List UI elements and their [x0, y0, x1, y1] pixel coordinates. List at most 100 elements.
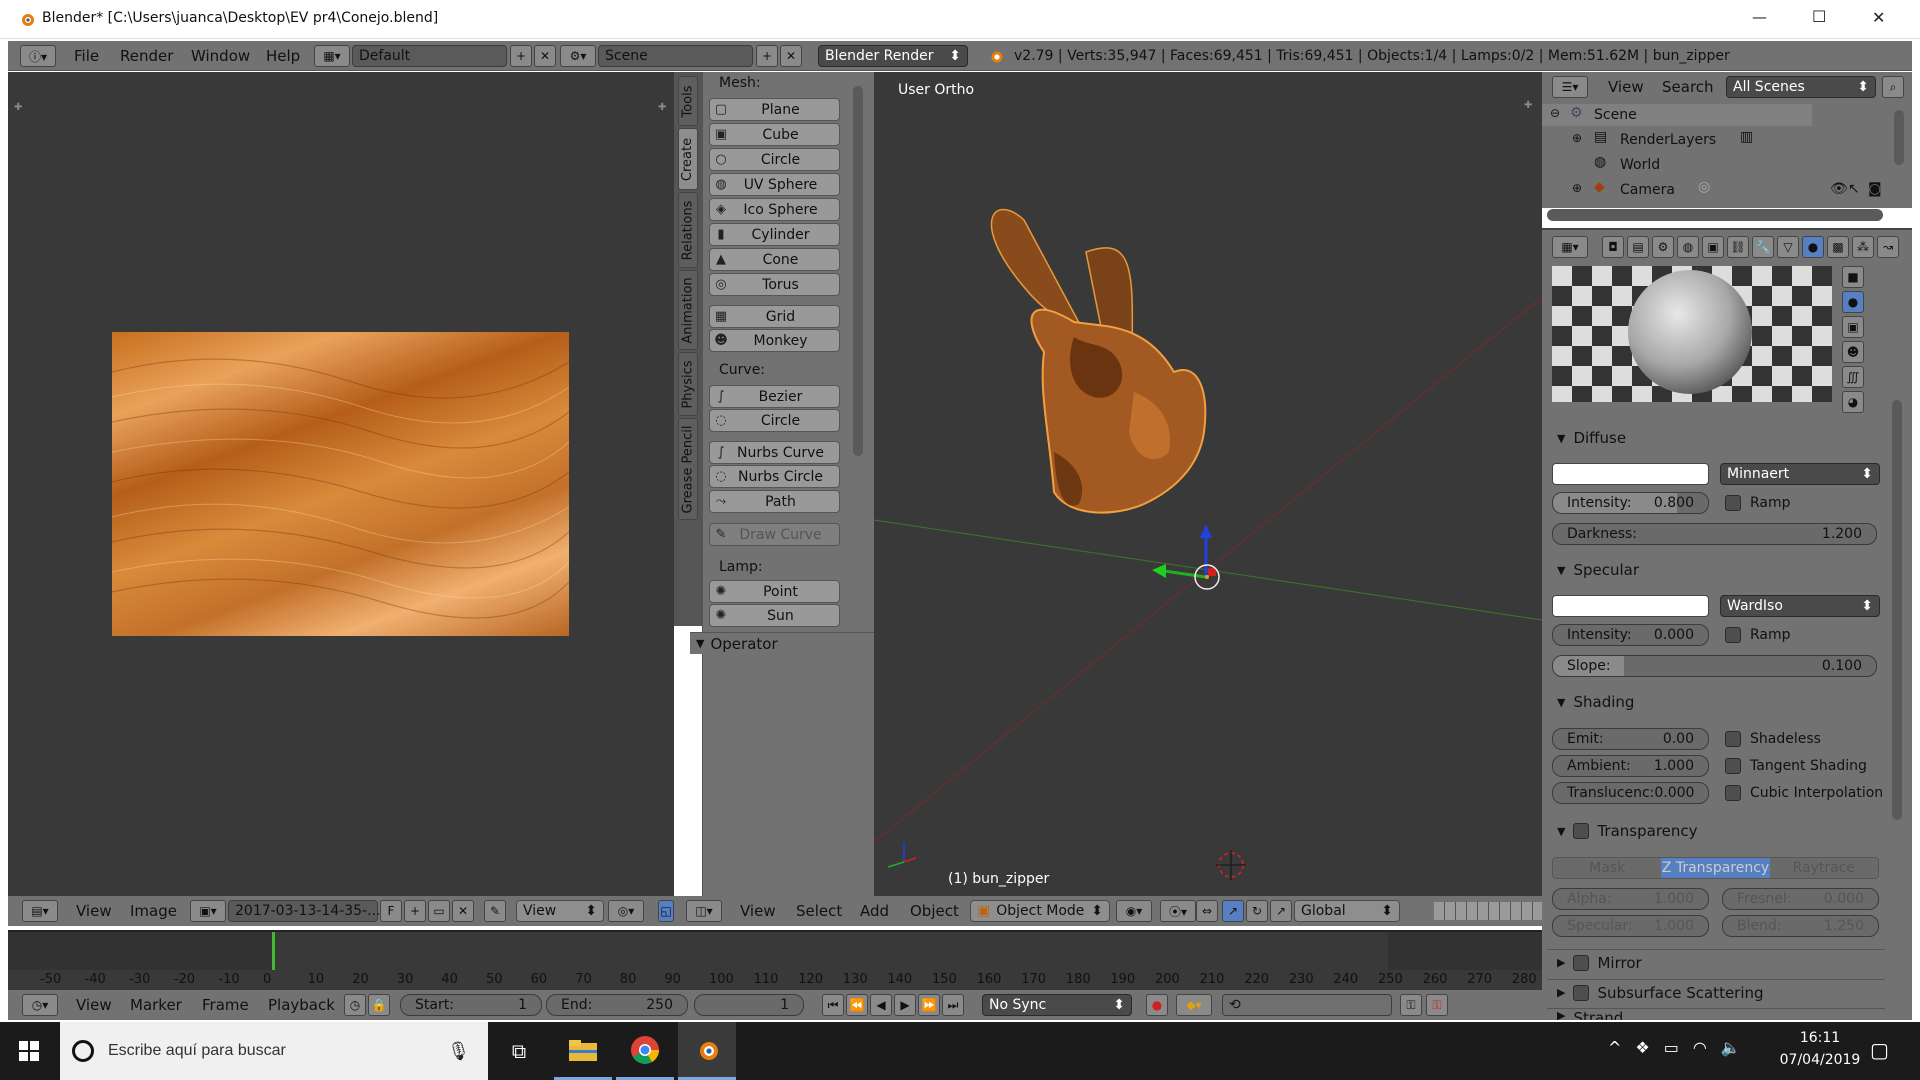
- action-center-icon[interactable]: ▢: [1870, 1038, 1889, 1062]
- add-mesh-cone-button[interactable]: ▲ Cone: [709, 248, 840, 271]
- add-mesh-grid-button[interactable]: ▦ Grid: [709, 305, 840, 328]
- add-scene-icon[interactable]: +: [756, 45, 778, 67]
- add-mesh-torus-button[interactable]: ◎ Torus: [709, 273, 840, 296]
- specular-color-swatch[interactable]: [1552, 595, 1709, 617]
- specular-panel-header[interactable]: ▼ Specular: [1547, 557, 1885, 583]
- image-browse-icon[interactable]: ▣▾: [190, 900, 226, 922]
- play-reverse-icon[interactable]: ◀: [870, 994, 892, 1016]
- texture-tab-icon[interactable]: ▩: [1827, 236, 1849, 258]
- world-tab-icon[interactable]: ◍: [1677, 236, 1699, 258]
- selectable-cursor-icon[interactable]: ↖: [1848, 181, 1860, 197]
- operator-panel-header[interactable]: ▼ Operator: [690, 632, 874, 654]
- preview-hair-icon[interactable]: ∭: [1842, 366, 1864, 388]
- properties-editor-icon[interactable]: ▦▾: [1552, 236, 1588, 258]
- task-view-icon[interactable]: ⧉: [490, 1022, 548, 1080]
- outliner-editor-icon[interactable]: ☰▾: [1552, 76, 1588, 98]
- pivot-icon[interactable]: ◎▾: [608, 900, 644, 922]
- scene-icon[interactable]: ⚙▾: [560, 45, 596, 67]
- image-view-select[interactable]: View ⬍: [516, 900, 604, 922]
- tray-chevron-icon[interactable]: ^: [1608, 1038, 1621, 1057]
- expand-icon[interactable]: ⊕: [1572, 181, 1582, 195]
- viewport-editor-type-icon[interactable]: ◫▾: [686, 900, 722, 922]
- play-icon[interactable]: ▶: [894, 994, 916, 1016]
- file-explorer-icon[interactable]: [554, 1022, 612, 1080]
- tangent-shading-checkbox[interactable]: [1725, 758, 1741, 774]
- menu-file[interactable]: File: [74, 47, 99, 65]
- outliner-item-scene[interactable]: Scene: [1594, 107, 1637, 123]
- tab-animation[interactable]: Animation: [678, 270, 698, 350]
- orientation-select[interactable]: Global ⬍: [1294, 900, 1400, 922]
- translate-manipulator-icon[interactable]: ↗: [1222, 900, 1244, 922]
- microphone-icon[interactable]: 🎙: [447, 1041, 470, 1062]
- shading-panel-header[interactable]: ▼ Shading: [1547, 689, 1885, 715]
- scene-tab-icon[interactable]: ⚙: [1652, 236, 1674, 258]
- properties-scrollbar[interactable]: [1892, 400, 1902, 820]
- outliner-item-renderlayers[interactable]: RenderLayers: [1620, 132, 1716, 148]
- prev-keyframe-icon[interactable]: ⏪: [846, 994, 868, 1016]
- screen-layout-icon[interactable]: ▦▾: [314, 45, 350, 67]
- scale-manipulator-icon[interactable]: ↗: [1270, 900, 1292, 922]
- tab-create[interactable]: Create: [678, 128, 698, 190]
- specular-shader-select[interactable]: WardIso ⬍: [1720, 595, 1880, 617]
- next-keyframe-icon[interactable]: ⏩: [918, 994, 940, 1016]
- add-mesh-uv-sphere-button[interactable]: ◍ UV Sphere: [709, 173, 840, 196]
- object-mode-select[interactable]: ▣ Object Mode ⬍: [970, 900, 1110, 922]
- add-lamp-point-button[interactable]: ✺ Point: [709, 580, 840, 603]
- viewport-menu-view[interactable]: View: [740, 902, 776, 920]
- timeline-menu-frame[interactable]: Frame: [202, 996, 249, 1014]
- minimize-button[interactable]: —: [1752, 8, 1767, 26]
- add-mesh-cylinder-button[interactable]: ▮ Cylinder: [709, 223, 840, 246]
- render-camera-icon[interactable]: ◙: [1868, 181, 1882, 197]
- ambient-slider[interactable]: Ambient: 1.000: [1552, 755, 1709, 777]
- image-editor-area[interactable]: ✚ ✚: [8, 72, 674, 896]
- viewport-shading-icon[interactable]: ◉▾: [1116, 900, 1152, 922]
- preview-sphere-icon[interactable]: ●: [1842, 291, 1864, 313]
- chrome-icon[interactable]: [616, 1022, 674, 1080]
- diffuse-color-swatch[interactable]: [1552, 463, 1709, 485]
- diffuse-shader-select[interactable]: Minnaert ⬍: [1720, 463, 1880, 485]
- expand-icon[interactable]: ⊖: [1550, 106, 1560, 120]
- timeline-menu-view[interactable]: View: [76, 996, 112, 1014]
- outliner-hscrollbar[interactable]: [1547, 209, 1883, 221]
- viewport-menu-select[interactable]: Select: [796, 902, 842, 920]
- tool-shelf-scrollbar[interactable]: [853, 86, 863, 456]
- viewport-3d[interactable]: User Ortho (1) bun_zipper ✚: [874, 72, 1542, 896]
- specular-intensity-slider[interactable]: Intensity: 0.000: [1552, 624, 1709, 646]
- record-icon[interactable]: ●: [1146, 994, 1168, 1016]
- image-menu-image[interactable]: Image: [130, 902, 177, 920]
- draw-curve-button[interactable]: ✎ Draw Curve: [709, 523, 840, 546]
- mirror-panel-header[interactable]: ▶ Mirror: [1547, 949, 1885, 975]
- volume-icon[interactable]: 🔈: [1721, 1038, 1741, 1057]
- tab-mask[interactable]: Mask: [1553, 858, 1662, 878]
- blender-taskbar-icon[interactable]: [678, 1022, 736, 1080]
- diffuse-darkness-slider[interactable]: Darkness: 1.200: [1552, 523, 1877, 545]
- viewport-menu-object[interactable]: Object: [910, 902, 959, 920]
- jump-end-icon[interactable]: ⏭: [942, 994, 964, 1016]
- diffuse-panel-header[interactable]: ▼ Diffuse: [1547, 425, 1885, 451]
- outliner-scrollbar[interactable]: [1894, 110, 1904, 165]
- pivot-point-icon[interactable]: ⦿▾: [1160, 900, 1196, 922]
- layers-grid[interactable]: [1434, 902, 1542, 920]
- delete-keyframe-icon[interactable]: ⚿: [1426, 994, 1448, 1016]
- open-image-icon[interactable]: ▭: [428, 900, 450, 922]
- lock-time-icon[interactable]: 🔒: [368, 994, 390, 1016]
- visibility-eye-icon[interactable]: 👁: [1830, 181, 1848, 197]
- preview-range-icon[interactable]: ◷: [344, 994, 366, 1016]
- area-split-icon-viewport[interactable]: ✚: [1524, 100, 1532, 111]
- transparency-panel-header[interactable]: ▼ Transparency: [1547, 818, 1885, 844]
- outliner-menu-search[interactable]: Search: [1662, 78, 1714, 96]
- mirror-checkbox[interactable]: [1573, 954, 1590, 971]
- physics-tab-icon[interactable]: ↝: [1877, 236, 1899, 258]
- cubic-interpolation-checkbox[interactable]: [1725, 785, 1741, 801]
- add-curve-nurbs-circle-button[interactable]: ◌ Nurbs Circle: [709, 465, 840, 488]
- tab-relations[interactable]: Relations: [678, 192, 698, 268]
- timeline-menu-marker[interactable]: Marker: [130, 996, 182, 1014]
- add-curve-path-button[interactable]: ⤳ Path: [709, 490, 840, 513]
- taskbar-time[interactable]: 16:11: [1790, 1030, 1850, 1046]
- specular-ramp-checkbox[interactable]: [1725, 627, 1741, 643]
- menu-render[interactable]: Render: [120, 47, 173, 65]
- add-mesh-cube-button[interactable]: ▣ Cube: [709, 123, 840, 146]
- remove-layout-icon[interactable]: ✕: [534, 45, 556, 67]
- add-mesh-circle-button[interactable]: ○ Circle: [709, 148, 840, 171]
- taskbar-search-box[interactable]: Escribe aquí para buscar 🎙: [60, 1022, 488, 1080]
